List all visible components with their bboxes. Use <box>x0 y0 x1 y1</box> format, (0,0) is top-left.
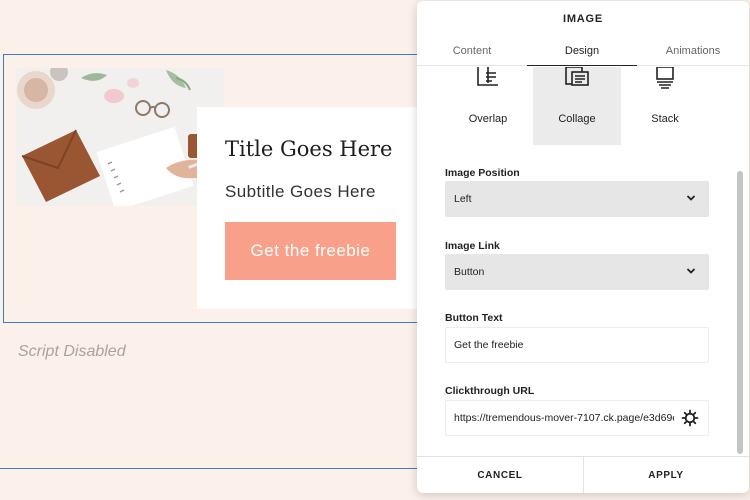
card-title[interactable]: Title Goes Here <box>225 137 393 161</box>
layout-label-overlap: Overlap <box>468 113 508 125</box>
panel-title: IMAGE <box>562 13 604 25</box>
tab-design[interactable]: Design <box>527 35 637 66</box>
content-card: Title Goes Here Subtitle Goes Here Get t… <box>197 107 422 309</box>
tab-animations[interactable]: Animations <box>637 35 749 66</box>
layout-option-collage[interactable]: Collage <box>533 67 621 145</box>
cancel-button[interactable]: CANCEL <box>417 457 583 493</box>
apply-button[interactable]: APPLY <box>583 457 749 493</box>
tab-content[interactable]: Content <box>417 35 527 66</box>
clickthrough-url-label: Clickthrough URL <box>445 385 535 397</box>
image-position-select[interactable]: Left <box>445 181 709 217</box>
button-text-label: Button Text <box>445 312 503 324</box>
image-link-value: Button <box>454 266 485 278</box>
chevron-down-icon <box>686 195 696 201</box>
panel-footer: CANCEL APPLY <box>417 456 749 493</box>
panel-tabs: Content Design Animations <box>417 35 749 66</box>
flatlay-photo-illustration <box>16 68 224 206</box>
layout-options: Overlap Collage Stack <box>417 67 749 145</box>
image-position-value: Left <box>454 193 472 205</box>
clickthrough-url-input[interactable] <box>445 400 709 436</box>
get-freebie-button[interactable]: Get the freebie <box>225 222 396 280</box>
chevron-down-icon <box>686 268 696 274</box>
layout-option-overlap[interactable]: Overlap <box>444 67 532 145</box>
stack-layout-icon <box>656 67 674 89</box>
image-position-label: Image Position <box>445 167 520 179</box>
button-text-input[interactable] <box>445 327 709 363</box>
block-outline-bottom-edge <box>0 468 420 469</box>
layout-option-stack[interactable]: Stack <box>621 67 709 145</box>
active-tab-indicator <box>527 65 637 66</box>
panel-scrollbar[interactable] <box>737 171 743 454</box>
image-link-select[interactable]: Button <box>445 254 709 290</box>
gear-icon[interactable] <box>681 409 699 427</box>
card-subtitle[interactable]: Subtitle Goes Here <box>225 182 376 202</box>
image-link-label: Image Link <box>445 240 500 252</box>
layout-label-collage: Collage <box>558 113 596 125</box>
overlap-layout-icon <box>477 67 498 86</box>
script-disabled-notice: Script Disabled <box>18 343 126 360</box>
image-editor-panel: IMAGE Content Design Animations Overlap … <box>417 1 749 493</box>
layout-label-stack: Stack <box>651 113 679 125</box>
flatlay-photo <box>16 68 224 206</box>
collage-layout-icon <box>565 67 589 86</box>
